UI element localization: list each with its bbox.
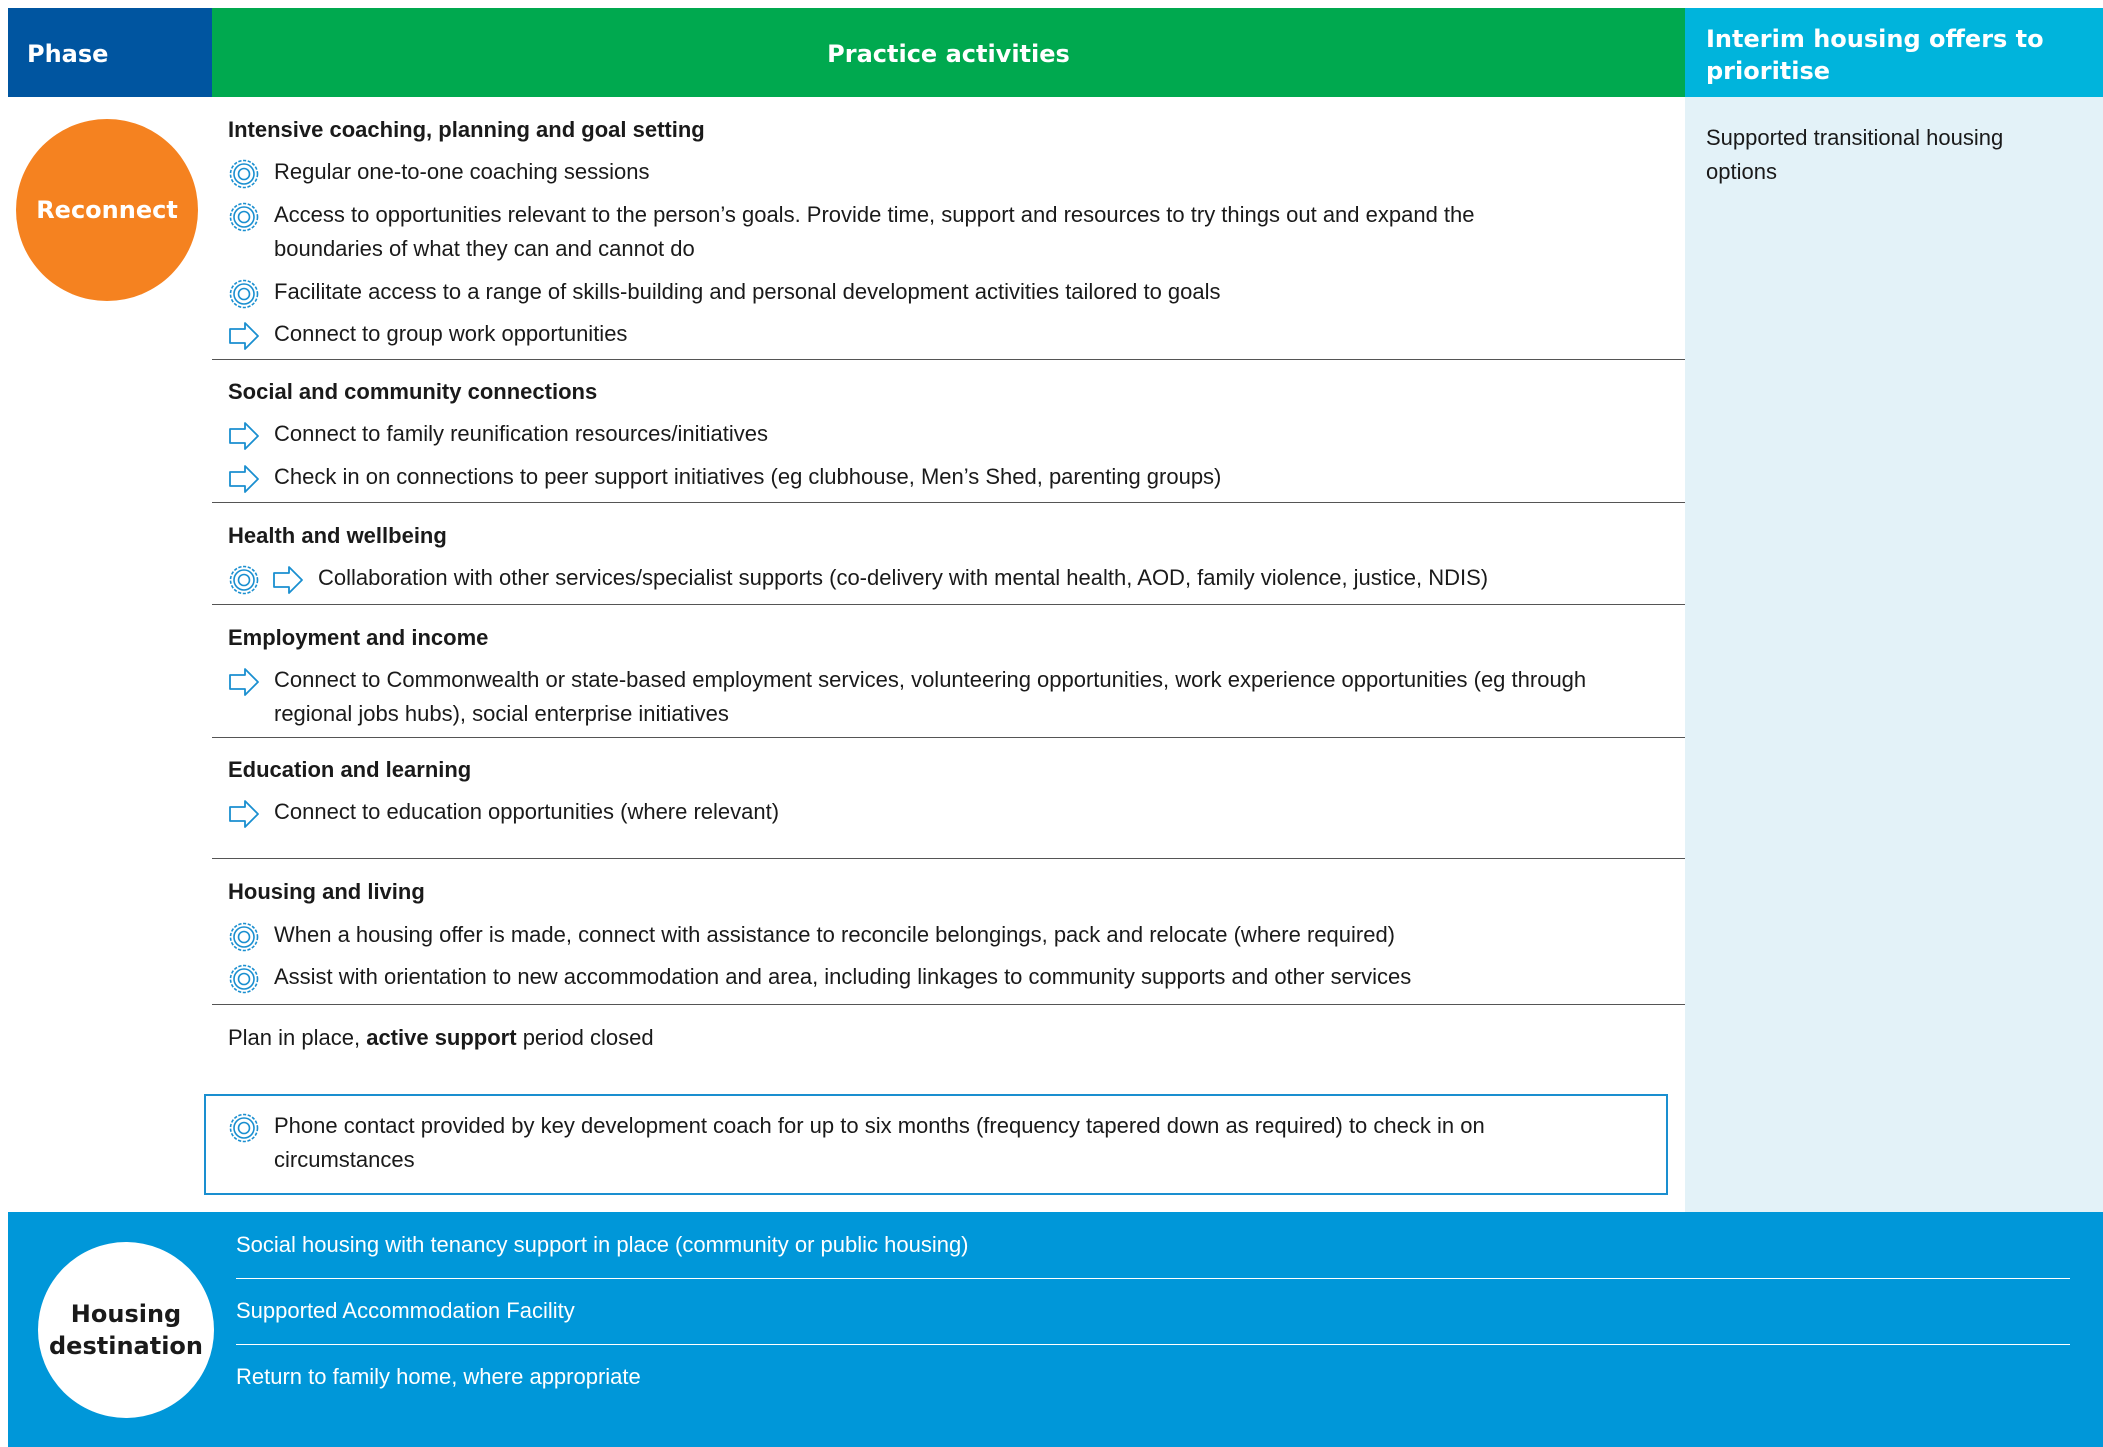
target-icon <box>229 202 259 232</box>
activity-item: Facilitate access to a range of skills-b… <box>228 275 1554 309</box>
activity-text: Collaboration with other services/specia… <box>318 565 1489 590</box>
activity-text: When a housing offer is made, connect wi… <box>274 922 1396 947</box>
activity-icons <box>228 561 304 595</box>
interim-text: Supported transitional housing options <box>1706 125 2004 184</box>
section-divider <box>212 359 1685 360</box>
activity-icons <box>228 1109 260 1177</box>
activity-text: Connect to family reunification resource… <box>274 421 769 446</box>
activity-icons <box>228 155 260 189</box>
activity-text: Connect to group work opportunities <box>274 321 628 346</box>
activity-icons <box>228 918 260 952</box>
destination-label: Housing destination <box>49 1300 203 1360</box>
activity-text: Connect to education opportunities (wher… <box>274 799 780 824</box>
section-title: Intensive coaching, planning and goal se… <box>228 117 705 142</box>
activity-icons <box>228 275 260 309</box>
activity-icons <box>228 198 260 266</box>
activity-text: Assist with orientation to new accommoda… <box>274 964 1412 989</box>
arrow-icon <box>229 668 259 696</box>
activity-item: Check in on connections to peer support … <box>228 460 1554 494</box>
activity-icons <box>228 317 260 351</box>
section-title: Housing and living <box>228 879 425 904</box>
destination-divider <box>236 1344 2070 1345</box>
section-title: Health and wellbeing <box>228 523 447 548</box>
activity-text: Regular one-to-one coaching sessions <box>274 159 650 184</box>
section-divider <box>212 737 1685 738</box>
practice-header-label: Practice activities <box>827 40 1070 68</box>
activity-item: Connect to education opportunities (wher… <box>228 795 1554 829</box>
plan-suffix: period closed <box>516 1025 654 1050</box>
activity-text: Facilitate access to a range of skills-b… <box>274 279 1221 304</box>
activity-item: When a housing offer is made, connect wi… <box>228 918 1654 952</box>
interim-column: Supported transitional housing options <box>1685 97 2103 1212</box>
section-title: Social and community connections <box>228 379 598 404</box>
destination-item: Return to family home, where appropriate <box>236 1364 641 1389</box>
section-title: Employment and income <box>228 625 489 650</box>
target-icon <box>229 279 259 309</box>
destination-divider <box>236 1278 2070 1279</box>
section-divider <box>212 502 1685 503</box>
practice-header: Practice activities <box>212 8 1685 97</box>
activity-icons <box>228 960 260 994</box>
plan-prefix: Plan in place, <box>228 1025 367 1050</box>
section-divider <box>212 1004 1685 1005</box>
target-icon <box>229 1113 259 1143</box>
destination-item: Supported Accommodation Facility <box>236 1298 575 1323</box>
activity-text: Check in on connections to peer support … <box>274 464 1222 489</box>
interim-header: Interim housing offers to prioritise <box>1685 8 2103 97</box>
phone-contact-text: Phone contact provided by key developmen… <box>274 1113 1485 1172</box>
activity-item: Connect to Commonwealth or state-based e… <box>228 663 1654 731</box>
activity-item: Collaboration with other services/specia… <box>228 561 1718 595</box>
activity-item: Connect to group work opportunities <box>228 317 1554 351</box>
section-title: Education and learning <box>228 757 472 782</box>
destination-item: Social housing with tenancy support in p… <box>236 1232 969 1257</box>
phase-label: Reconnect <box>36 196 178 224</box>
target-icon <box>229 964 259 994</box>
target-icon <box>229 159 259 189</box>
arrow-icon <box>273 566 303 594</box>
activity-item: Access to opportunities relevant to the … <box>228 198 1554 266</box>
arrow-icon <box>229 465 259 493</box>
arrow-icon <box>229 422 259 450</box>
activity-text: Connect to Commonwealth or state-based e… <box>274 667 1587 726</box>
target-icon <box>229 565 259 595</box>
housing-destination-circle: Housing destination <box>38 1242 214 1418</box>
activity-icons <box>228 417 260 451</box>
activity-item: Regular one-to-one coaching sessions <box>228 155 1554 189</box>
plan-line: Plan in place, active support period clo… <box>228 1025 654 1051</box>
phone-contact-item: Phone contact provided by key developmen… <box>228 1109 1574 1177</box>
plan-bold: active support <box>366 1025 517 1050</box>
activity-item: Connect to family reunification resource… <box>228 417 1554 451</box>
section-divider <box>212 604 1685 605</box>
arrow-icon <box>229 322 259 350</box>
arrow-icon <box>229 800 259 828</box>
activity-item: Assist with orientation to new accommoda… <box>228 960 1654 994</box>
reconnect-phase-circle: Reconnect <box>16 119 198 301</box>
activity-icons <box>228 663 260 731</box>
section-divider <box>212 858 1685 859</box>
interim-header-label: Interim housing offers to prioritise <box>1706 25 2044 85</box>
activity-text: Access to opportunities relevant to the … <box>274 202 1475 261</box>
target-icon <box>229 922 259 952</box>
activity-icons <box>228 460 260 494</box>
phase-header: Phase <box>8 8 212 97</box>
activity-icons <box>228 795 260 829</box>
phase-header-label: Phase <box>27 40 109 68</box>
